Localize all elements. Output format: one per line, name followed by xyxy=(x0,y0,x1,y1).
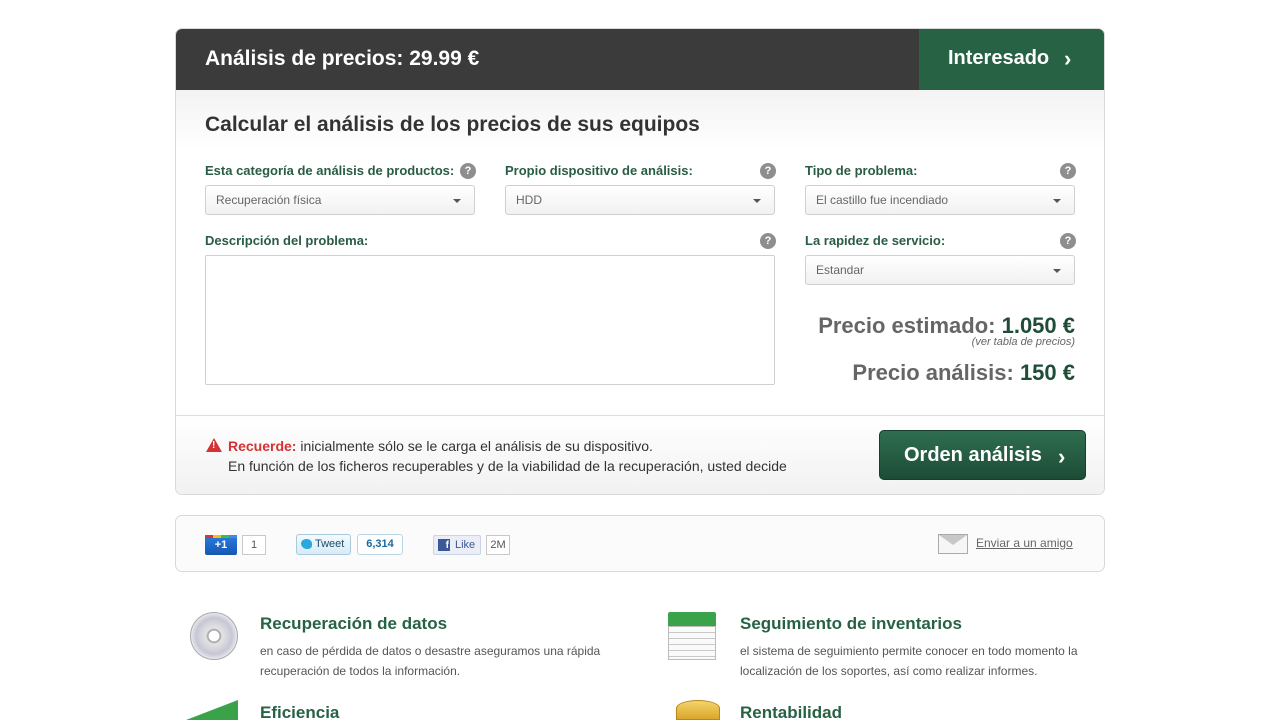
problem-type-select[interactable]: El castillo fue incendiado xyxy=(805,185,1075,215)
description-label: Descripción del problema: xyxy=(205,233,369,248)
chevron-down-icon xyxy=(1053,199,1061,203)
device-select[interactable]: HDD xyxy=(505,185,775,215)
category-select[interactable]: Recuperación física xyxy=(205,185,475,215)
like-count: 2M xyxy=(486,535,510,555)
order-analysis-button[interactable]: Orden análisis › xyxy=(879,430,1086,480)
analysis-price-label: Precio análisis: xyxy=(852,360,1014,385)
analysis-price-value: 150 € xyxy=(1019,360,1075,385)
facebook-icon: f xyxy=(438,539,450,551)
chevron-right-icon: › xyxy=(1064,46,1072,71)
warning-icon xyxy=(206,438,222,452)
price-table-link[interactable]: (ver tabla de precios) xyxy=(972,336,1075,348)
category-select-value: Recuperación física xyxy=(216,193,322,207)
feature-title-efficiency: Eficiencia xyxy=(260,703,340,720)
feature-title-inventory: Seguimiento de inventarios xyxy=(740,614,962,633)
chevron-down-icon xyxy=(1053,269,1061,273)
document-icon xyxy=(668,612,718,660)
feature-title-profitability: Rentabilidad xyxy=(740,703,843,720)
disc-icon xyxy=(190,612,238,660)
google-plus-button[interactable]: +1 xyxy=(205,535,237,555)
envelope-icon[interactable] xyxy=(938,534,968,554)
chart-area xyxy=(186,700,238,720)
chevron-down-icon xyxy=(753,199,761,203)
analysis-price: Precio análisis: 150 € xyxy=(852,360,1075,386)
feature-desc-data-recovery: en caso de pérdida de datos o desastre a… xyxy=(260,644,601,678)
device-select-value: HDD xyxy=(516,193,542,207)
help-icon[interactable]: ? xyxy=(1060,163,1076,179)
help-icon[interactable]: ? xyxy=(760,233,776,249)
device-label: Propio dispositivo de análisis: xyxy=(505,163,693,178)
coins-icon xyxy=(676,700,720,720)
tweet-button-label: Tweet xyxy=(315,538,345,550)
feature-desc-inventory: el sistema de seguimiento permite conoce… xyxy=(740,644,1078,678)
document-page xyxy=(668,626,716,660)
calculator-form: Calcular el análisis de los precios de s… xyxy=(176,90,1104,415)
like-button-label: Like xyxy=(455,539,476,551)
panel-header: Análisis de precios: 29.99 € Interesado … xyxy=(176,29,1104,90)
feature-title-data-recovery: Recuperación de datos xyxy=(260,614,448,633)
facebook-like-button[interactable]: f Like xyxy=(433,535,481,555)
send-to-friend-link[interactable]: Enviar a un amigo xyxy=(976,536,1073,550)
section-title: Calcular el análisis de los precios de s… xyxy=(205,113,700,136)
problem-type-label: Tipo de problema: xyxy=(805,163,918,178)
tweet-count[interactable]: 6,314 xyxy=(357,534,403,555)
notice-line-1: Recuerde: inicialmente sólo se le carga … xyxy=(228,438,653,454)
speed-label: La rapidez de servicio: xyxy=(805,233,946,248)
document-header-bar xyxy=(668,612,716,626)
problem-type-select-value: El castillo fue incendiado xyxy=(816,193,949,207)
estimated-price-label: Precio estimado: xyxy=(818,313,996,338)
price-analysis-panel: Análisis de precios: 29.99 € Interesado … xyxy=(175,28,1105,495)
notice-text-1: inicialmente sólo se le carga el análisi… xyxy=(296,438,653,454)
order-analysis-button-label: Orden análisis xyxy=(904,444,1042,466)
tweet-button[interactable]: Tweet xyxy=(296,534,351,555)
speed-select[interactable]: Estandar xyxy=(805,255,1075,285)
interested-button-label: Interesado xyxy=(948,47,1050,69)
description-textarea[interactable] xyxy=(205,255,775,385)
help-icon[interactable]: ? xyxy=(760,163,776,179)
estimated-price-value: 1.050 € xyxy=(1001,313,1075,338)
panel-footer: Recuerde: inicialmente sólo se le carga … xyxy=(176,415,1104,494)
interested-button[interactable]: Interesado › xyxy=(919,29,1104,90)
notice-line-2: En función de los ficheros recuperables … xyxy=(228,458,787,474)
help-icon[interactable]: ? xyxy=(460,163,476,179)
chart-icon xyxy=(186,700,238,720)
panel-title: Análisis de precios: 29.99 € xyxy=(205,47,480,70)
google-plus-count: 1 xyxy=(242,535,266,555)
category-label: Esta categoría de análisis de productos: xyxy=(205,163,455,178)
chevron-down-icon xyxy=(453,199,461,203)
notice-strong: Recuerde: xyxy=(228,438,297,454)
speed-select-value: Estandar xyxy=(816,263,865,277)
help-icon[interactable]: ? xyxy=(1060,233,1076,249)
social-share-bar: +1 1 Tweet 6,314 f Like 2M Enviar a un a… xyxy=(175,515,1105,572)
chevron-right-icon: › xyxy=(1058,444,1066,469)
twitter-bird-icon xyxy=(301,539,312,549)
